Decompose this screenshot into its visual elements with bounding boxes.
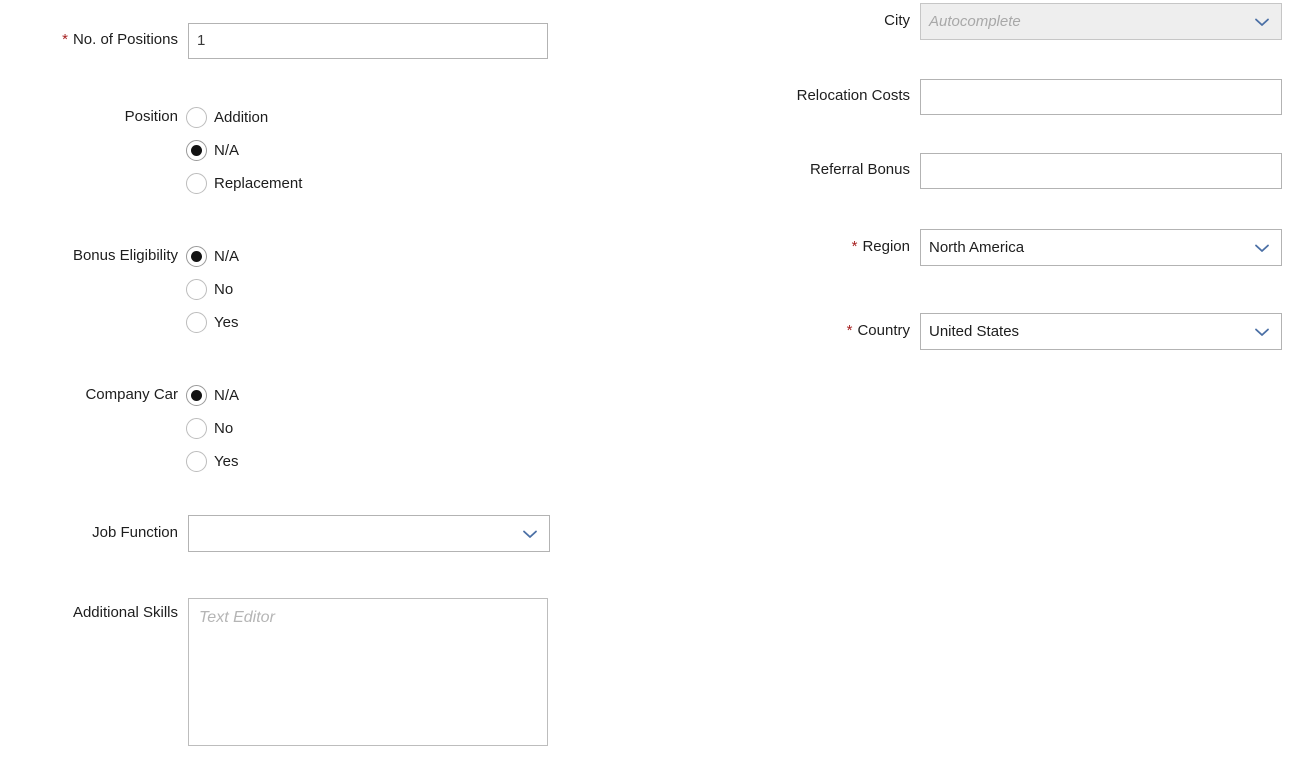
dropdown-job-function[interactable]	[188, 515, 550, 552]
radio-option-company-car-na[interactable]: N/A	[186, 379, 239, 412]
field-position: Position Addition N/A Replacement	[0, 101, 302, 200]
input-no-of-positions[interactable]: 1	[188, 23, 548, 59]
field-company-car: Company Car N/A No Yes	[0, 379, 239, 478]
radio-icon-position-addition[interactable]	[186, 107, 207, 128]
required-asterisk-region: *	[851, 238, 858, 255]
dropdown-city[interactable]: Autocomplete	[920, 3, 1282, 40]
radio-label-bonus-yes: Yes	[214, 313, 239, 331]
radio-icon-bonus-na[interactable]	[186, 246, 207, 267]
textarea-placeholder-additional-skills: Text Editor	[199, 609, 275, 626]
radio-option-bonus-yes[interactable]: Yes	[186, 306, 239, 339]
radio-label-company-car-na: N/A	[214, 386, 240, 404]
dropdown-value-region: North America	[929, 239, 1025, 256]
radio-icon-position-na[interactable]	[186, 140, 207, 161]
chevron-down-icon[interactable]	[1252, 12, 1272, 32]
radio-icon-bonus-no[interactable]	[186, 279, 207, 300]
dropdown-placeholder-city: Autocomplete	[929, 13, 1021, 30]
dropdown-value-country: United States	[929, 323, 1020, 340]
field-job-function: Job Function	[0, 515, 550, 552]
radio-label-bonus-na: N/A	[214, 247, 240, 265]
label-city: City	[884, 12, 910, 29]
input-relocation-costs[interactable]	[920, 79, 1282, 115]
radio-option-position-na[interactable]: N/A	[186, 134, 302, 167]
radio-option-company-car-yes[interactable]: Yes	[186, 445, 239, 478]
radio-label-company-car-yes: Yes	[214, 452, 239, 470]
radio-label-bonus-no: No	[214, 280, 234, 298]
label-bonus-eligibility: Bonus Eligibility	[72, 247, 178, 264]
radio-label-company-car-no: No	[214, 419, 234, 437]
field-city: City Autocomplete	[742, 3, 1282, 40]
dropdown-country[interactable]: United States	[920, 313, 1282, 350]
radio-icon-company-car-na[interactable]	[186, 385, 207, 406]
radio-label-position-na: N/A	[214, 141, 240, 159]
radio-option-position-replacement[interactable]: Replacement	[186, 167, 302, 200]
field-relocation-costs: Relocation Costs	[742, 79, 1282, 115]
label-company-car: Company Car	[85, 386, 178, 403]
radio-icon-position-replacement[interactable]	[186, 173, 207, 194]
radio-option-bonus-no[interactable]: No	[186, 273, 239, 306]
label-country: Country	[857, 322, 910, 339]
radio-group-company-car: N/A No Yes	[186, 379, 239, 478]
radio-option-company-car-no[interactable]: No	[186, 412, 239, 445]
radio-group-bonus-eligibility: N/A No Yes	[186, 240, 239, 339]
field-country: * Country United States	[742, 313, 1282, 350]
label-position: Position	[124, 108, 178, 125]
radio-icon-company-car-no[interactable]	[186, 418, 207, 439]
dropdown-region[interactable]: North America	[920, 229, 1282, 266]
radio-option-position-addition[interactable]: Addition	[186, 101, 302, 134]
label-additional-skills: Additional Skills	[72, 604, 178, 621]
radio-option-bonus-na[interactable]: N/A	[186, 240, 239, 273]
label-referral-bonus: Referral Bonus	[809, 161, 910, 178]
chevron-down-icon[interactable]	[1252, 322, 1272, 342]
radio-label-position-replacement: Replacement	[214, 174, 303, 192]
label-relocation-costs: Relocation Costs	[796, 87, 910, 104]
chevron-down-icon[interactable]	[1252, 238, 1272, 258]
chevron-down-icon[interactable]	[520, 524, 540, 544]
input-referral-bonus[interactable]	[920, 153, 1282, 189]
required-asterisk-country: *	[846, 322, 853, 339]
label-region: Region	[862, 238, 910, 255]
required-asterisk-no-of-positions: *	[62, 31, 68, 48]
field-referral-bonus: Referral Bonus	[742, 153, 1282, 189]
label-no-of-positions: No. of Positions	[72, 31, 178, 48]
field-bonus-eligibility: Bonus Eligibility N/A No Yes	[0, 240, 239, 339]
radio-icon-company-car-yes[interactable]	[186, 451, 207, 472]
radio-label-position-addition: Addition	[214, 108, 269, 126]
field-no-of-positions: * No. of Positions 1	[0, 23, 548, 59]
radio-group-position: Addition N/A Replacement	[186, 101, 302, 200]
textarea-additional-skills[interactable]: Text Editor	[188, 598, 548, 746]
field-region: * Region North America	[742, 229, 1282, 266]
field-additional-skills: Additional Skills Text Editor	[0, 598, 548, 746]
label-job-function: Job Function	[92, 524, 178, 541]
radio-icon-bonus-yes[interactable]	[186, 312, 207, 333]
